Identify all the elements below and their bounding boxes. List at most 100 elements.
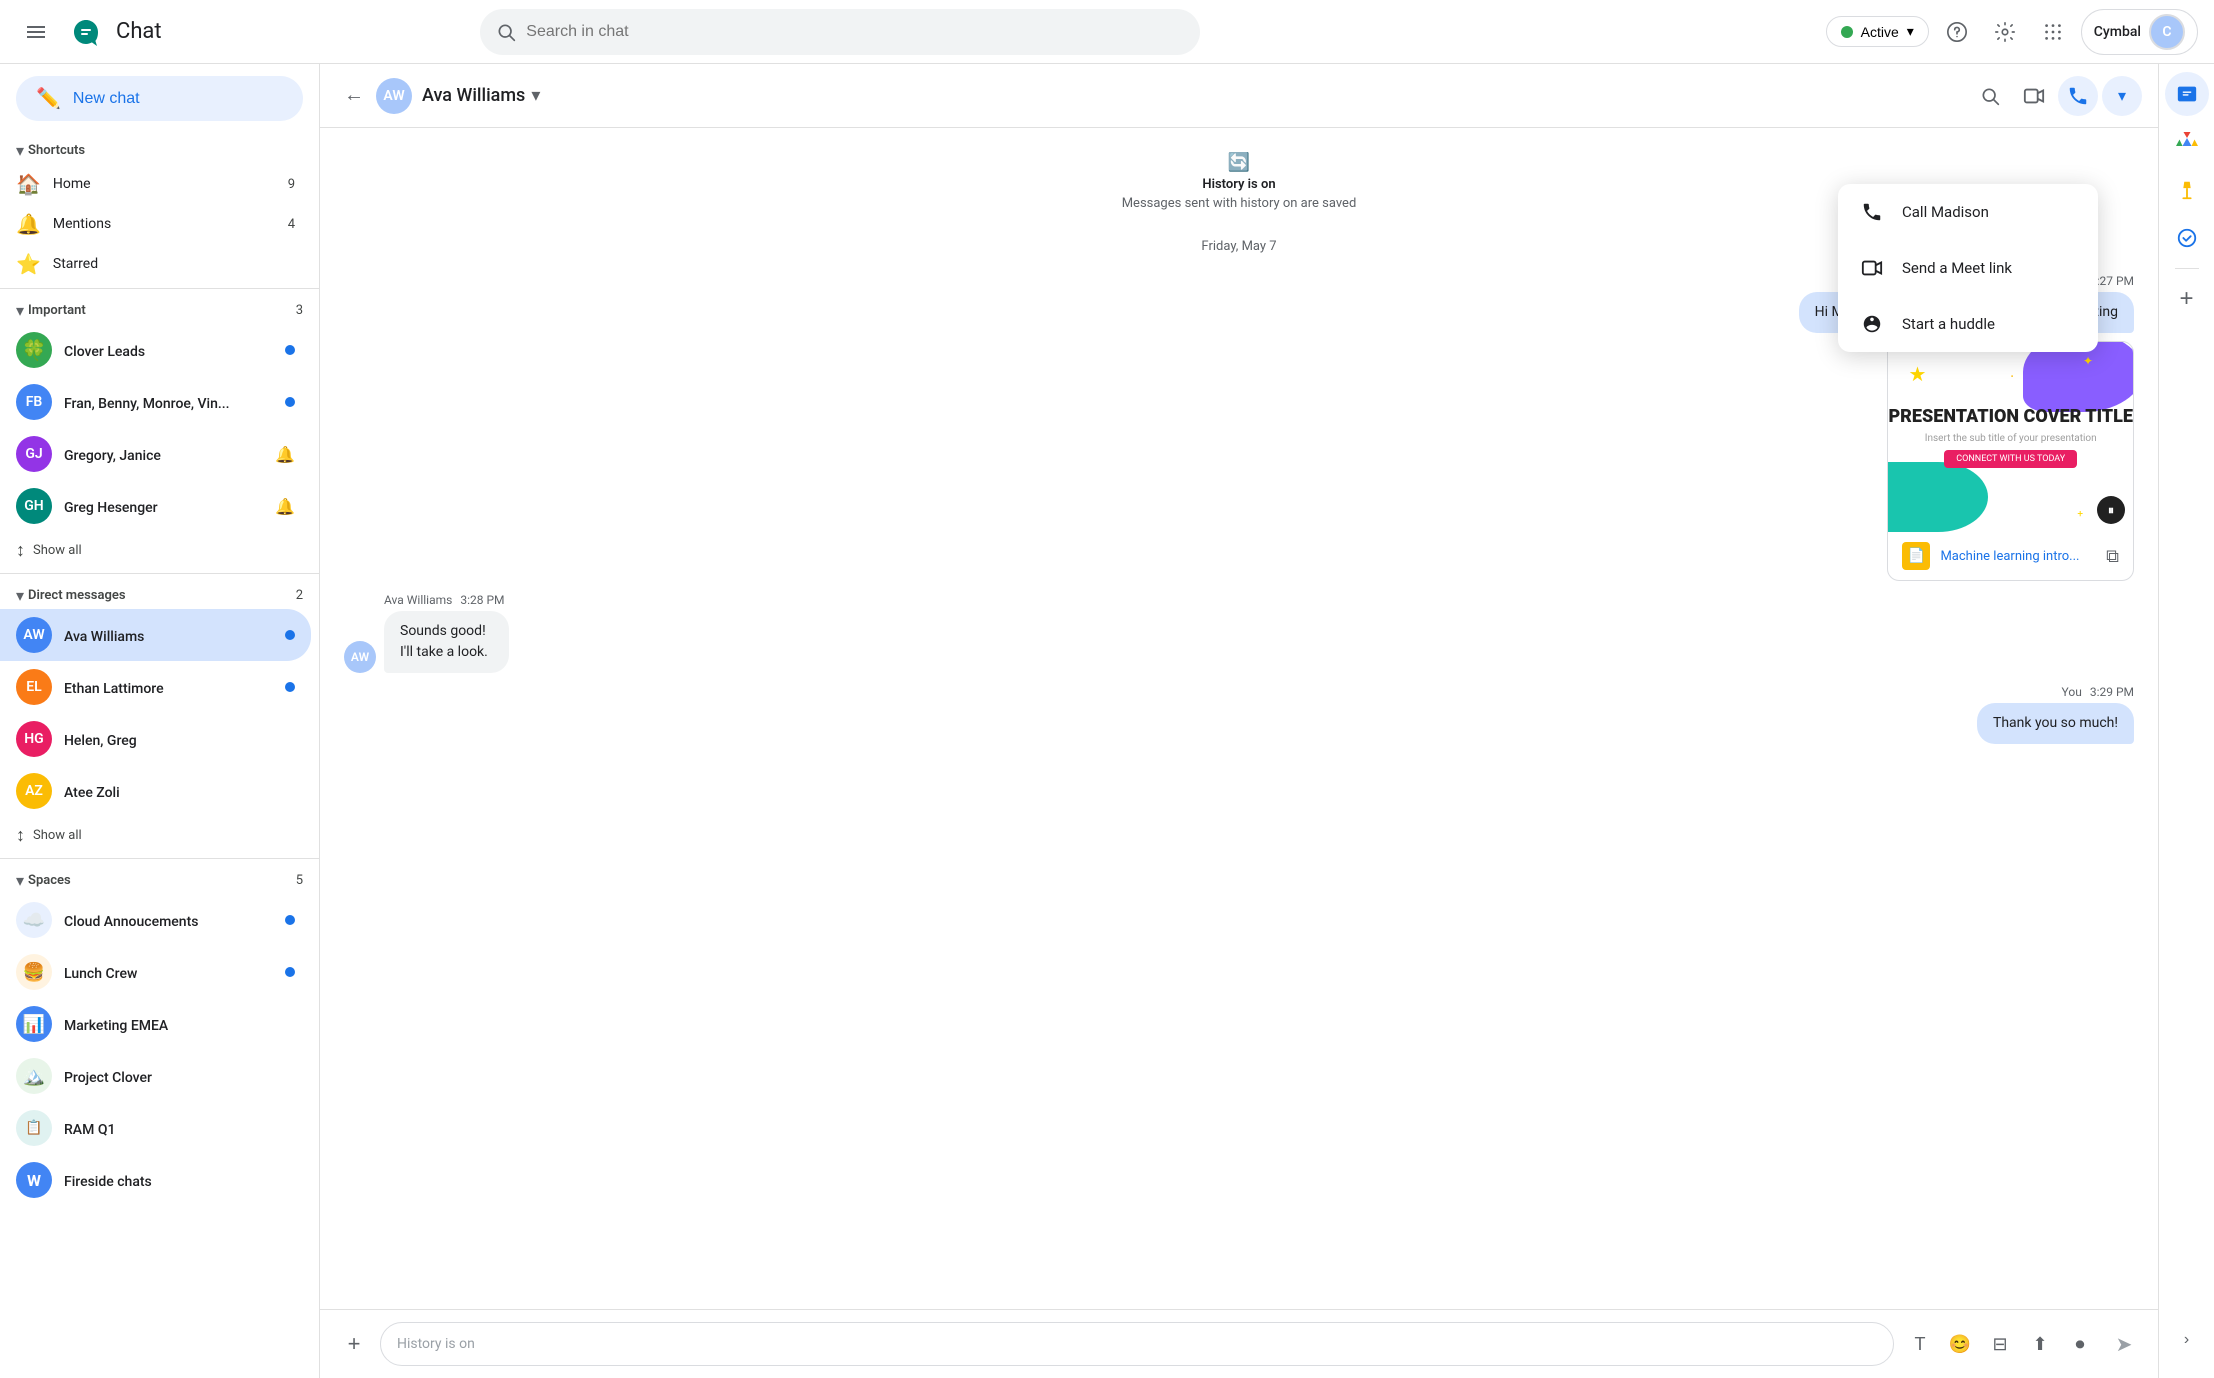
call-madison-item[interactable]: Call Madison — [1838, 184, 2098, 240]
new-chat-button[interactable]: ✏️ New chat — [16, 76, 303, 121]
top-right-actions: Active ▾ — [1826, 9, 2198, 55]
emoji-button[interactable]: 😊 — [1942, 1326, 1978, 1362]
list-item[interactable]: HG Helen, Greg — [0, 713, 311, 765]
message-bubble: Sounds good! I'll take a look. — [384, 611, 509, 673]
apps-button[interactable] — [2033, 12, 2073, 52]
list-item[interactable]: 🍀 Clover Leads — [0, 324, 311, 376]
status-button[interactable]: Active ▾ — [1826, 16, 1929, 47]
fireside-text: Fireside chats — [64, 1171, 295, 1190]
list-item[interactable]: ☁️ Cloud Annoucements — [0, 894, 311, 946]
right-panel-keep-button[interactable] — [2165, 168, 2209, 212]
dm-section-header[interactable]: ▾ Direct messages 2 — [0, 578, 319, 609]
copy-icon[interactable]: ⧉ — [2106, 546, 2119, 567]
chat-person-name[interactable]: Ava Williams ▾ — [422, 85, 540, 106]
list-item[interactable]: 🏔️ Project Clover — [0, 1050, 311, 1102]
slide-cta: CONNECT WITH US TODAY — [1944, 450, 2077, 468]
list-item[interactable]: 🍔 Lunch Crew — [0, 946, 311, 998]
list-item[interactable]: W Fireside chats — [0, 1154, 311, 1206]
dm-section-title: Direct messages — [28, 588, 126, 603]
list-item[interactable]: GJ Gregory, Janice 🔔 — [0, 428, 311, 480]
list-item[interactable]: EL Ethan Lattimore — [0, 661, 311, 713]
status-dot — [1841, 26, 1853, 38]
list-item[interactable]: 📊 Marketing EMEA — [0, 998, 311, 1050]
chat-person-name-text: Ava Williams — [422, 85, 525, 106]
search-input[interactable] — [526, 23, 1184, 41]
incoming-message-container: Ava Williams 3:28 PM Sounds good! I'll t… — [384, 593, 593, 673]
right-panel-add-button[interactable]: + — [2165, 277, 2209, 321]
dm-show-all-label: Show all — [33, 828, 82, 843]
top-nav: Chat Active ▾ — [0, 0, 2214, 64]
tasks-icon — [2176, 227, 2198, 249]
history-title: History is on — [1202, 177, 1275, 192]
input-placeholder: History is on — [397, 1336, 475, 1352]
upload-button[interactable]: ⬆ — [2022, 1326, 2058, 1362]
message-sender-info: You 3:29 PM — [2062, 685, 2134, 699]
apps-icon — [2042, 21, 2064, 43]
spaces-chevron-icon: ▾ — [16, 871, 24, 890]
send-meet-link-item[interactable]: Send a Meet link — [1838, 240, 2098, 296]
chat-area: ← AW Ava Williams ▾ — [320, 64, 2158, 1378]
message-input[interactable]: History is on — [380, 1322, 1894, 1366]
account-area[interactable]: Cymbal C — [2081, 9, 2198, 55]
message-row: AW Ava Williams 3:28 PM Sounds good! I'l… — [344, 593, 2134, 673]
lunch-avatar: 🍔 — [16, 954, 52, 990]
video-call-button[interactable] — [2014, 76, 2054, 116]
list-item[interactable]: FB Fran, Benny, Monroe, Vin... — [0, 376, 311, 428]
slide-logo: ⏸ — [2097, 496, 2125, 524]
attachment-name[interactable]: Machine learning intro... — [1940, 549, 2096, 564]
attachment-button[interactable]: ⊟ — [1982, 1326, 2018, 1362]
marketing-text: Marketing EMEA — [64, 1015, 295, 1034]
back-button[interactable]: ← — [336, 78, 372, 114]
spaces-count: 5 — [296, 873, 303, 888]
search-bar[interactable] — [480, 9, 1200, 55]
mentions-label: Mentions — [53, 216, 276, 232]
fran-text: Fran, Benny, Monroe, Vin... — [64, 393, 273, 412]
sidebar-item-starred[interactable]: ⭐ Starred — [0, 244, 311, 284]
incoming-avatar: AW — [344, 641, 376, 673]
list-item[interactable]: AW Ava Williams — [0, 609, 311, 661]
gregory-name: Gregory, Janice — [64, 448, 161, 464]
phone-dropdown-button[interactable]: ▾ — [2102, 76, 2142, 116]
user-avatar[interactable]: C — [2149, 14, 2185, 50]
slide-title-text: PRESENTATION COVER TITLE — [1888, 406, 2133, 428]
dm-show-all[interactable]: ↕ Show all — [0, 817, 319, 854]
attachment-preview: ★ ✦ • PRESENTATION COVER TITLE Insert th… — [1888, 342, 2133, 532]
list-item[interactable]: 📋 RAM Q1 — [0, 1102, 311, 1154]
sidebar-item-mentions[interactable]: 🔔 Mentions 4 — [0, 204, 311, 244]
important-count: 3 — [296, 303, 303, 318]
shortcuts-section-header[interactable]: ▾ Shortcuts — [0, 133, 319, 164]
settings-button[interactable] — [1985, 12, 2025, 52]
start-huddle-item[interactable]: Start a huddle — [1838, 296, 2098, 352]
ethan-avatar: EL — [16, 669, 52, 705]
video-icon — [2023, 85, 2045, 107]
spaces-section-title: Spaces — [28, 873, 71, 888]
huddle-icon — [1858, 310, 1886, 338]
right-panel-chat-button[interactable] — [2165, 72, 2209, 116]
add-button[interactable]: + — [336, 1326, 372, 1362]
list-item[interactable]: GH Greg Hesenger 🔔 — [0, 480, 311, 532]
format-button[interactable]: T — [1902, 1326, 1938, 1362]
sidebar-item-home[interactable]: 🏠 Home 9 — [0, 164, 311, 204]
list-item[interactable]: AZ Atee Zoli — [0, 765, 311, 817]
help-button[interactable] — [1937, 12, 1977, 52]
gregory-bell-icon: 🔔 — [275, 445, 295, 464]
right-panel-drive-button[interactable] — [2165, 120, 2209, 164]
important-section-header[interactable]: ▾ Important 3 — [0, 293, 319, 324]
important-section-title: Important — [28, 303, 86, 318]
record-button[interactable]: ⏺ — [2062, 1326, 2098, 1362]
home-count: 9 — [288, 177, 295, 192]
search-messages-button[interactable] — [1970, 76, 2010, 116]
send-button[interactable]: ➤ — [2106, 1326, 2142, 1362]
hamburger-button[interactable] — [16, 12, 56, 52]
important-show-all[interactable]: ↕ Show all — [0, 532, 319, 569]
project-clover-avatar: 🏔️ — [16, 1058, 52, 1094]
status-chevron: ▾ — [1907, 23, 1914, 40]
spaces-section-header[interactable]: ▾ Spaces 5 — [0, 863, 319, 894]
main-layout: ✏️ New chat ▾ Shortcuts 🏠 Home 9 🔔 Menti… — [0, 64, 2214, 1378]
right-panel-tasks-button[interactable] — [2165, 216, 2209, 260]
phone-button[interactable] — [2058, 76, 2098, 116]
ava-name: Ava Williams — [64, 629, 144, 645]
gregory-avatar: GJ — [16, 436, 52, 472]
right-panel-expand-button[interactable]: › — [2165, 1318, 2209, 1362]
helen-avatar: HG — [16, 721, 52, 757]
